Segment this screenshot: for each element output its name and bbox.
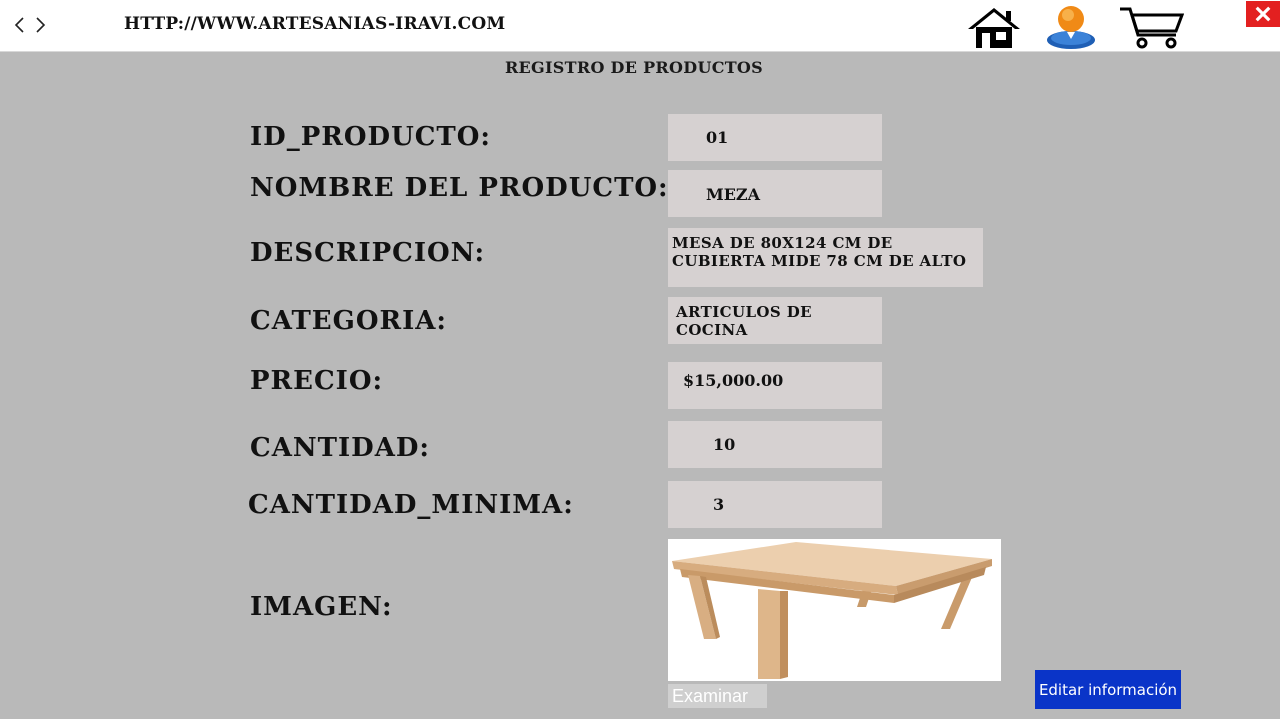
category-label: CATEGORIA: bbox=[250, 306, 448, 336]
name-field[interactable]: MEZA bbox=[668, 170, 882, 217]
product-image bbox=[668, 539, 1001, 681]
browse-button[interactable]: Examinar bbox=[668, 684, 767, 708]
quantity-label: CANTIDAD: bbox=[250, 433, 431, 463]
image-label: IMAGEN: bbox=[250, 592, 393, 622]
chevron-left-icon[interactable] bbox=[8, 12, 30, 38]
min-quantity-field[interactable]: 3 bbox=[668, 481, 882, 528]
cart-icon[interactable] bbox=[1118, 5, 1185, 49]
id-label: ID_PRODUCTO: bbox=[250, 122, 492, 152]
quantity-field[interactable]: 10 bbox=[668, 421, 882, 468]
close-icon[interactable] bbox=[1246, 1, 1280, 27]
url-text[interactable]: HTTP://WWW.ARTESANIAS-IRAVI.COM bbox=[124, 14, 505, 34]
id-field[interactable]: 01 bbox=[668, 114, 882, 161]
min-quantity-label: CANTIDAD_MINIMA: bbox=[248, 490, 574, 520]
price-field[interactable]: $15,000.00 bbox=[668, 362, 882, 409]
description-field[interactable]: MESA DE 80X124 CM DE CUBIERTA MIDE 78 CM… bbox=[668, 228, 983, 287]
price-label: PRECIO: bbox=[250, 366, 384, 396]
home-icon[interactable] bbox=[966, 5, 1022, 49]
chevron-right-icon[interactable] bbox=[30, 12, 52, 38]
edit-info-button[interactable]: Editar información bbox=[1035, 670, 1181, 709]
browser-toolbar: HTTP://WWW.ARTESANIAS-IRAVI.COM bbox=[0, 0, 1280, 52]
page-title: REGISTRO DE PRODUCTOS bbox=[504, 58, 764, 77]
name-label: NOMBRE DEL PRODUCTO: bbox=[250, 173, 669, 203]
category-field[interactable]: ARTICULOS DE COCINA bbox=[668, 297, 882, 344]
user-icon[interactable] bbox=[1044, 3, 1098, 49]
description-label: DESCRIPCION: bbox=[250, 238, 486, 268]
